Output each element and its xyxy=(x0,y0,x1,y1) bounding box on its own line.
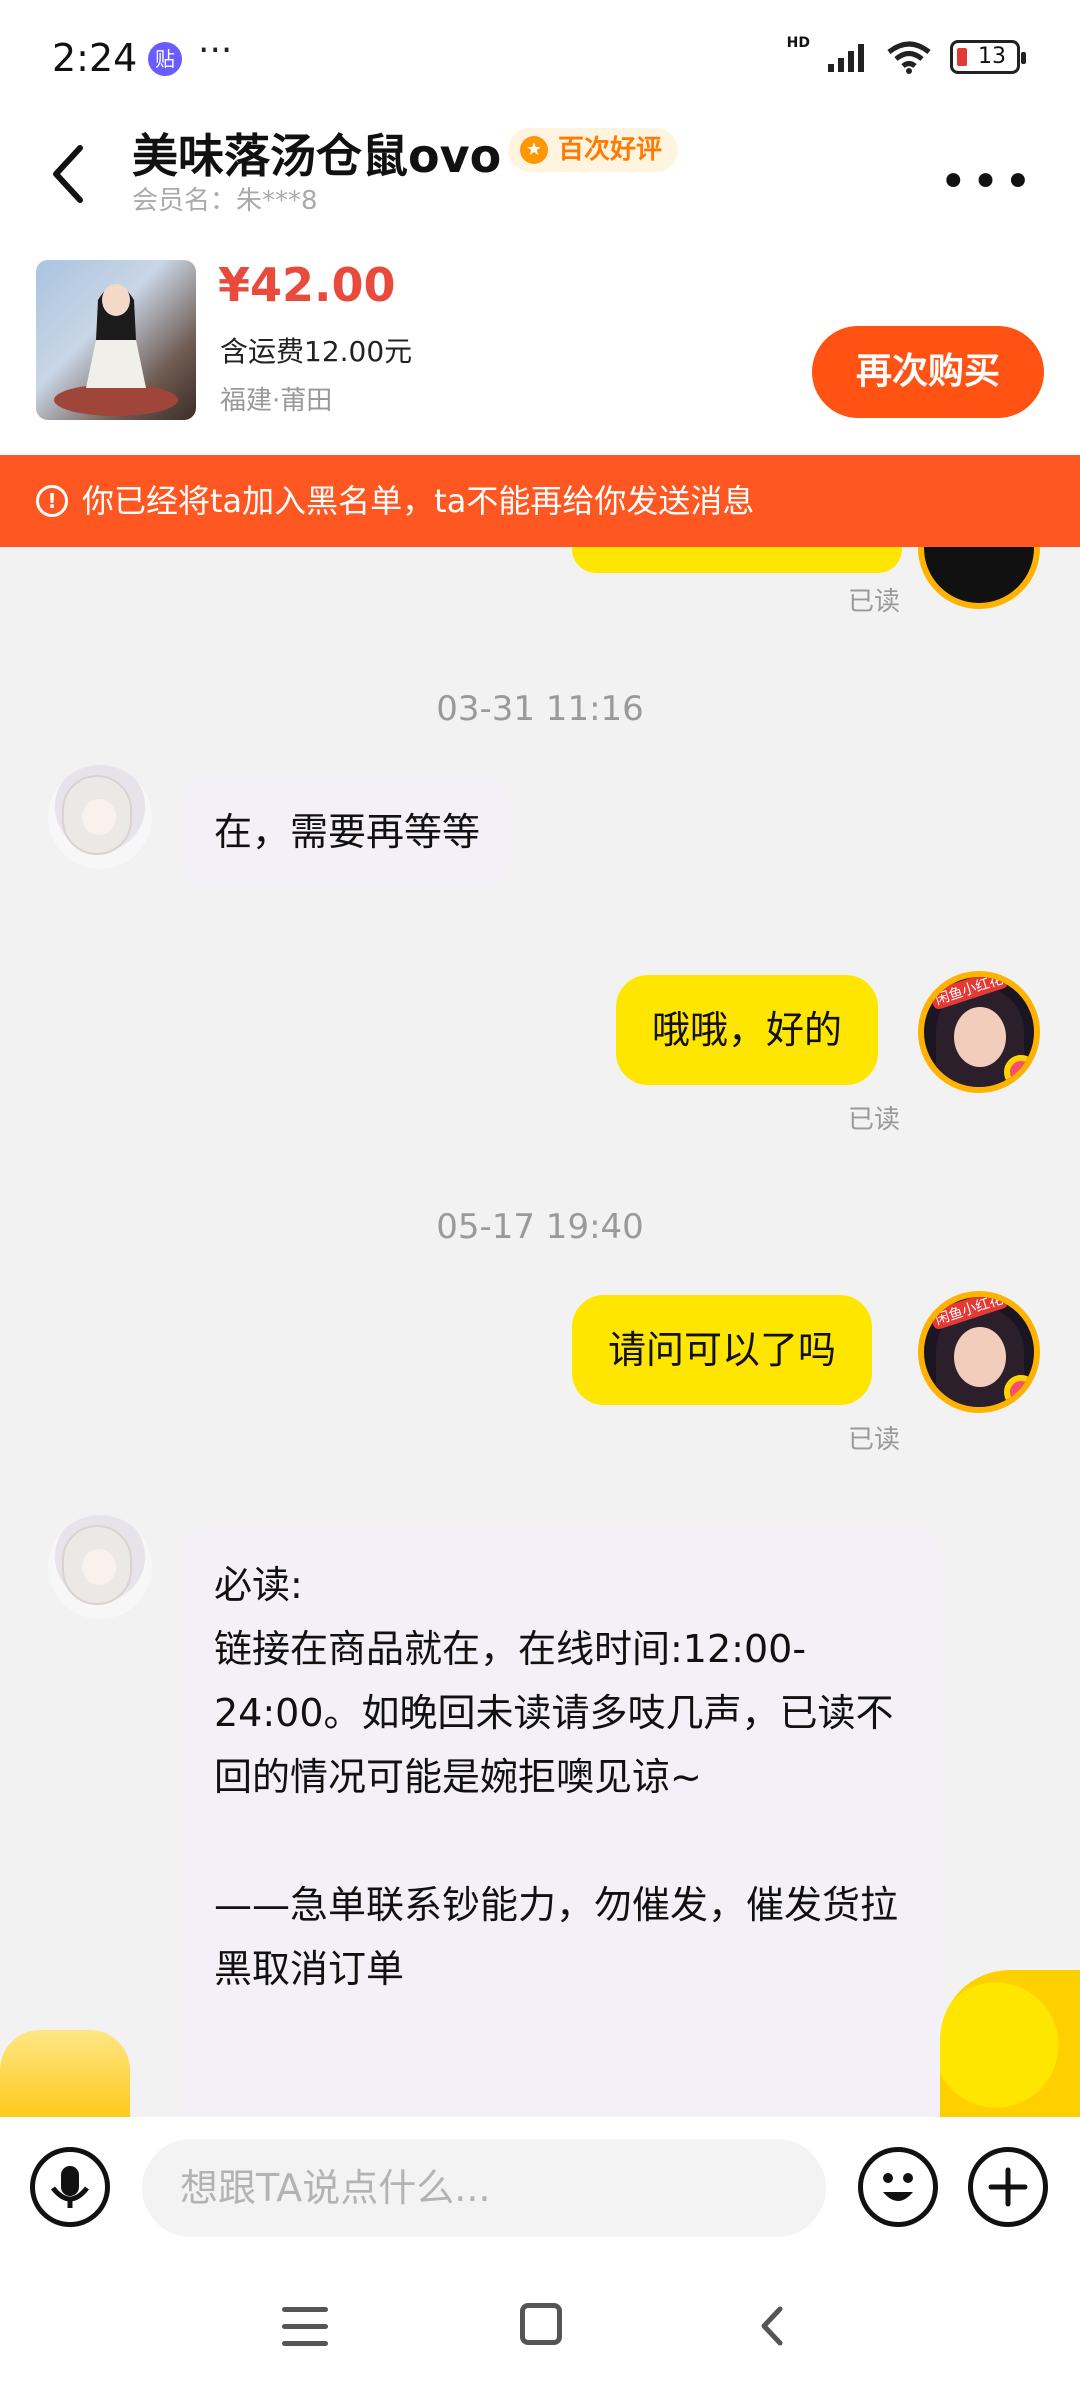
hd-label: HD xyxy=(786,35,810,51)
recent-apps-icon[interactable] xyxy=(282,2307,328,2347)
mascot-decoration xyxy=(940,1970,1080,2120)
message-bubble-mine[interactable]: 请问可以了吗 xyxy=(572,1295,873,1405)
rating-badge: ★ 百次好评 xyxy=(508,128,679,172)
back-icon[interactable] xyxy=(752,2301,792,2351)
warning-icon: ! xyxy=(36,485,68,517)
avatar-face xyxy=(954,1007,1006,1067)
my-avatar[interactable] xyxy=(918,547,1040,609)
rebuy-button[interactable]: 再次购买 xyxy=(812,326,1044,418)
read-status: 已读 xyxy=(848,1425,901,1455)
coins-decoration xyxy=(0,2030,130,2120)
status-indicators: HD 13 xyxy=(787,36,1026,74)
my-avatar[interactable]: 闲鱼小红花 xyxy=(918,971,1040,1093)
avatar-face xyxy=(82,1549,116,1585)
blacklist-banner: ! 你已经将ta加入黑名单，ta不能再给你发送消息 xyxy=(0,455,1080,547)
product-price: ¥42.00 xyxy=(218,258,396,312)
message-bubble-partial xyxy=(572,547,902,573)
chat-area[interactable]: 已读 03-31 11:16 在，需要再等等 哦哦，好的 闲鱼小红花 已读 05… xyxy=(0,547,1080,2117)
avatar-face xyxy=(954,1327,1006,1387)
read-status: 已读 xyxy=(848,1105,901,1135)
shipping-fee: 含运费12.00元 xyxy=(220,335,413,368)
home-icon[interactable] xyxy=(520,2303,562,2345)
badge-label: 百次好评 xyxy=(558,135,663,165)
seller-avatar[interactable] xyxy=(48,1515,152,1619)
product-image[interactable] xyxy=(36,260,196,420)
seller-name: 美味落汤仓鼠ovo xyxy=(132,129,502,183)
wifi-icon xyxy=(887,41,931,74)
message-bubble-other[interactable]: 在，需要再等等 xyxy=(180,777,515,887)
app-notification-icon: 贴 xyxy=(148,42,182,76)
plus-icon[interactable] xyxy=(968,2147,1048,2227)
message-bubble-mine[interactable]: 哦哦，好的 xyxy=(616,975,879,1085)
product-card[interactable]: ¥42.00 含运费12.00元 福建·莆田 再次购买 xyxy=(0,250,1080,455)
status-bar: 2:24 贴 ··· HD 13 xyxy=(0,0,1080,120)
member-name: 会员名：朱***8 xyxy=(132,186,318,216)
message-bubble-other[interactable]: 必读: 链接在商品就在，在线时间:12:00-24:00。如晚回未读请多吱几声，… xyxy=(180,1525,942,2117)
timestamp: 03-31 11:16 xyxy=(436,689,644,729)
input-bar xyxy=(0,2117,1080,2267)
emoji-icon[interactable] xyxy=(858,2147,938,2227)
blacklist-text: 你已经将ta加入黑名单，ta不能再给你发送消息 xyxy=(82,482,755,520)
back-arrow-icon[interactable] xyxy=(40,134,100,214)
flower-icon xyxy=(1004,1375,1034,1407)
flower-icon xyxy=(1004,1055,1034,1087)
system-nav-bar xyxy=(0,2267,1080,2400)
badge-icon: ★ xyxy=(520,136,548,164)
microphone-icon[interactable] xyxy=(30,2147,110,2227)
more-icon[interactable]: ••• xyxy=(939,154,1036,210)
chat-header: 美味落汤仓鼠ovo ★ 百次好评 会员名：朱***8 ••• xyxy=(0,120,1080,250)
read-status: 已读 xyxy=(848,587,901,617)
message-input[interactable] xyxy=(142,2139,826,2237)
avatar-face xyxy=(82,799,116,835)
battery-icon: 13 xyxy=(950,40,1026,74)
product-location: 福建·莆田 xyxy=(220,386,333,416)
my-avatar[interactable]: 闲鱼小红花 xyxy=(918,1291,1040,1413)
more-notifications-icon: ··· xyxy=(198,30,233,71)
timestamp: 05-17 19:40 xyxy=(436,1207,644,1247)
signal-icon xyxy=(828,44,864,72)
seller-avatar[interactable] xyxy=(48,765,152,869)
status-time: 2:24 xyxy=(52,36,138,80)
